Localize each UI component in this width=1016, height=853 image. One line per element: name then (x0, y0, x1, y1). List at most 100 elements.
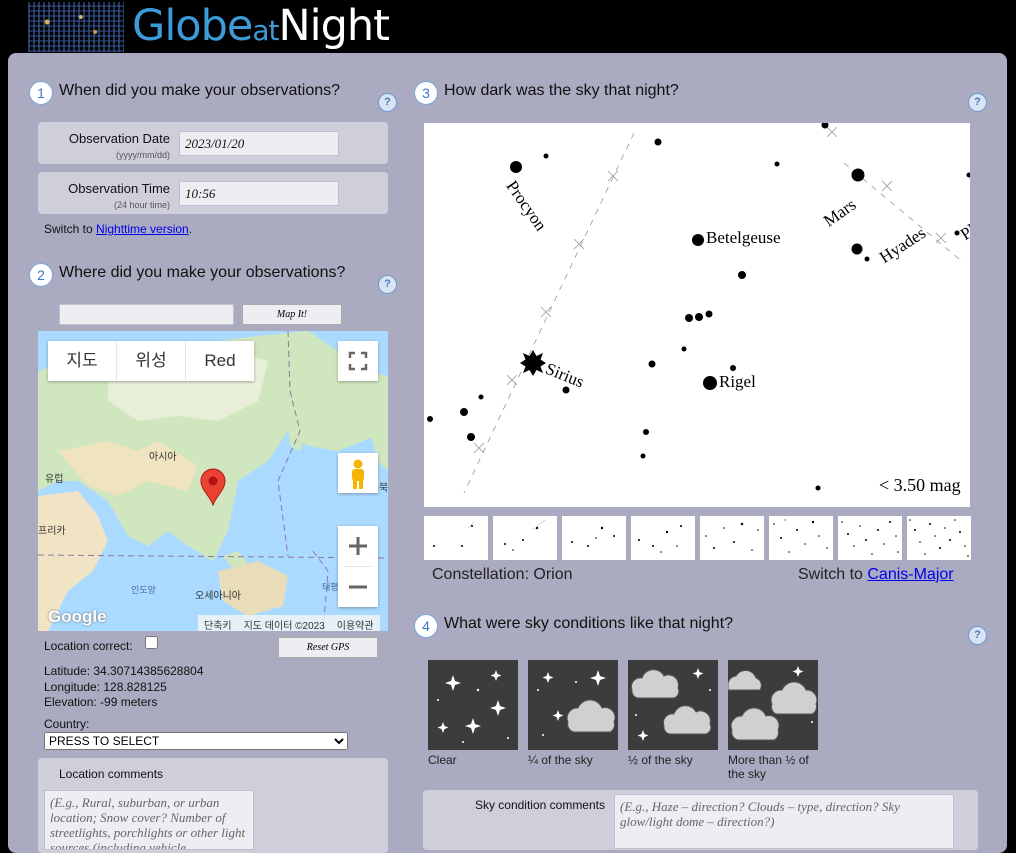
sky-comments-textarea[interactable]: (E.g., Haze – direction? Clouds – type, … (614, 794, 954, 849)
step-3-title: How dark was the sky that night? (444, 82, 679, 99)
plus-icon (349, 537, 367, 555)
longitude-readout: Longitude: 128.828125 (44, 680, 167, 694)
quarter-cloud-icon (537, 670, 616, 736)
google-logo: Google (48, 607, 107, 626)
location-search-input[interactable] (59, 304, 234, 325)
location-marker-icon[interactable] (200, 468, 226, 506)
fullscreen-button[interactable] (338, 341, 378, 381)
location-map[interactable]: 지도 위성 Red 아시아 유럽 프리카 인도양 오세아니아 태평 북 Goog… (38, 331, 388, 631)
fullscreen-icon (348, 351, 368, 371)
map-label-oceania: 오세아니아 (195, 591, 241, 602)
logo-at-text: at (252, 14, 279, 47)
step-1-title: When did you make your observations? (59, 82, 341, 99)
map-type-tabs: 지도 위성 Red (48, 341, 254, 381)
map-footer-data: 지도 데이터 ©2023 (243, 621, 325, 631)
switch-constellation-line: Switch to Canis-Major (798, 566, 954, 584)
step-4-badge: 4 (414, 614, 438, 638)
reset-gps-button[interactable]: Reset GPS (278, 637, 378, 658)
magnitude-thumb-4-image (638, 525, 682, 553)
observation-time-format: (24 hour time) (113, 200, 170, 210)
magnitude-thumb-8-image (909, 519, 969, 557)
magnitude-thumb-3[interactable] (562, 516, 626, 560)
zoom-out-button[interactable] (338, 567, 378, 607)
location-correct-checkbox[interactable] (145, 636, 158, 649)
pegman-icon (352, 459, 364, 489)
map-label-africa: 프리카 (38, 526, 66, 537)
magnitude-thumb-8[interactable] (907, 516, 971, 560)
switch-version-prefix: Switch to (44, 222, 97, 236)
condition-clear-option[interactable] (428, 660, 518, 750)
map-footer-terms[interactable]: 이용약관 (331, 615, 380, 631)
country-label: Country: (44, 717, 90, 731)
clear-sky-icon (437, 670, 509, 743)
zoom-control (338, 526, 378, 607)
observation-date-format: (yyyy/mm/dd) (116, 150, 170, 160)
map-footer: 단축키 지도 데이터 ©2023 이용약관 (198, 615, 380, 631)
step-1-help-icon[interactable]: ? (378, 93, 397, 112)
location-comments-textarea[interactable]: (E.g., Rural, suburban, or urban locatio… (44, 790, 254, 850)
magnitude-label: < 3.50 mag (879, 475, 961, 495)
site-logo[interactable]: GlobeatNight (132, 0, 390, 57)
condition-label-half: ½ of the sky (628, 753, 693, 767)
condition-half-option[interactable] (628, 660, 718, 750)
magnitude-thumb-1[interactable] (424, 516, 488, 560)
observation-time-field[interactable]: 10:56 (179, 181, 339, 206)
logo-globe-text: Globe (132, 1, 253, 51)
observation-time-label: Observation Time (68, 181, 170, 196)
magnitude-thumb-5-image (705, 522, 759, 551)
nighttime-version-link[interactable]: Nighttime version (96, 222, 189, 236)
step-4-title: What were sky conditions like that night… (444, 615, 734, 632)
map-tab-satellite[interactable]: 위성 (117, 341, 186, 381)
step-2-help-icon[interactable]: ? (378, 275, 397, 294)
map-it-button[interactable]: Map It! (242, 304, 342, 325)
magnitude-thumb-3-image (571, 526, 615, 547)
step-4-help-icon[interactable]: ? (968, 626, 987, 645)
switch-version-suffix: . (188, 222, 193, 236)
step-2-title: Where did you make your observations? (59, 264, 346, 281)
elevation-readout: Elevation: -99 meters (44, 695, 158, 709)
street-view-pegman[interactable] (338, 453, 378, 493)
map-footer-shortcuts[interactable]: 단축키 (198, 615, 238, 631)
zoom-in-button[interactable] (338, 526, 378, 566)
half-cloud-icon (630, 668, 712, 741)
magnitude-thumb-2[interactable] (493, 516, 557, 560)
magnitude-thumb-1-image (433, 521, 475, 547)
map-label-pacific: 태평 (322, 582, 339, 592)
observation-date-label: Observation Date (68, 131, 170, 146)
sky-comments-label: Sky condition comments (474, 798, 605, 812)
star-field (427, 123, 970, 494)
map-label-indian-ocean: 인도양 (131, 585, 156, 595)
logo-night-text: Night (278, 1, 390, 51)
more-than-half-cloud-icon (727, 666, 818, 741)
map-tab-map[interactable]: 지도 (48, 341, 117, 381)
magnitude-thumb-5[interactable] (700, 516, 764, 560)
step-3-badge: 3 (414, 81, 438, 105)
canis-major-link[interactable]: Canis-Major (867, 566, 953, 583)
sirius-star-icon (520, 350, 546, 376)
magnitude-thumb-6[interactable] (769, 516, 833, 560)
map-label-asia: 아시아 (149, 452, 177, 463)
observation-date-field[interactable]: 2023/01/20 (179, 131, 339, 156)
condition-label-clear: Clear (428, 753, 457, 767)
map-label-europe: 유럽 (45, 474, 64, 485)
site-header: GlobeatNight (0, 0, 1016, 53)
map-tab-red[interactable]: Red (186, 341, 254, 381)
magnitude-thumb-4[interactable] (631, 516, 695, 560)
condition-quarter-option[interactable] (528, 660, 618, 750)
sky-magnitude-chart[interactable]: Procyon Betelgeuse Mars Hyades Pl Sirius… (424, 123, 970, 507)
country-select[interactable]: PRESS TO SELECT (44, 732, 348, 750)
location-correct-label: Location correct: (44, 639, 133, 653)
magnitude-thumb-7[interactable] (838, 516, 902, 560)
switch-constellation-prefix: Switch to (798, 566, 868, 583)
magnitude-thumb-7-image (841, 521, 899, 555)
constellation-label: Constellation: Orion (432, 566, 573, 583)
step-3-help-icon[interactable]: ? (968, 93, 987, 112)
magnitude-thumb-6-image (773, 519, 828, 553)
condition-label-more-than-half: More than ½ of the sky (728, 753, 809, 781)
logo-world-map (28, 2, 124, 52)
map-label-north: 북 (379, 483, 388, 494)
step-1-badge: 1 (29, 81, 53, 105)
minus-icon (349, 585, 367, 589)
condition-more-than-half-option[interactable] (727, 660, 818, 750)
location-comments-label: Location comments (59, 767, 164, 781)
